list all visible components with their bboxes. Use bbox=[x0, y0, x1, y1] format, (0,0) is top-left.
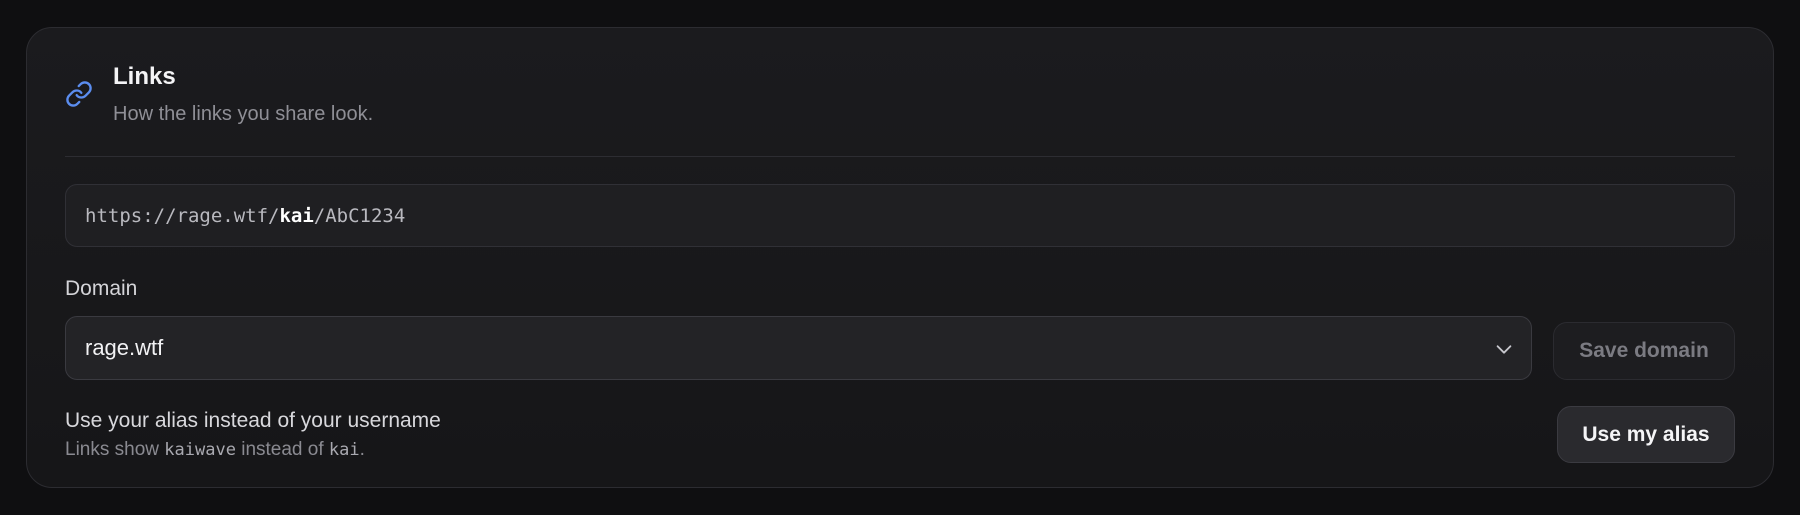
link-preview-suffix: /AbC1234 bbox=[313, 204, 406, 227]
alias-desc-before: Links show bbox=[65, 439, 165, 460]
username: kai bbox=[328, 440, 360, 460]
card-title: Links bbox=[113, 63, 176, 90]
alias-desc-middle: instead of bbox=[235, 439, 329, 460]
alias-option-description: Links show kaiwave instead of kai. bbox=[65, 438, 365, 462]
link-preview-prefix: https://rage.wtf/ bbox=[85, 204, 280, 227]
header-divider bbox=[65, 156, 1735, 157]
link-icon bbox=[65, 80, 93, 108]
save-domain-button[interactable]: Save domain bbox=[1553, 322, 1735, 380]
use-my-alias-button[interactable]: Use my alias bbox=[1557, 406, 1735, 463]
card-subtitle: How the links you share look. bbox=[113, 103, 374, 125]
chevron-down-icon bbox=[1493, 338, 1515, 360]
alias-desc-after: . bbox=[359, 439, 365, 460]
alias-name: kaiwave bbox=[164, 440, 236, 460]
link-preview-username: kai bbox=[279, 204, 314, 227]
alias-option-title: Use your alias instead of your username bbox=[65, 409, 441, 432]
links-settings-card: Links How the links you share look. http… bbox=[26, 27, 1774, 488]
card-header: Links How the links you share look. bbox=[27, 28, 1773, 156]
domain-label: Domain bbox=[65, 277, 138, 300]
domain-select[interactable]: rage.wtf bbox=[65, 316, 1532, 380]
link-preview: https://rage.wtf/kai/AbC1234 bbox=[65, 184, 1735, 247]
domain-select-value: rage.wtf bbox=[85, 335, 164, 360]
